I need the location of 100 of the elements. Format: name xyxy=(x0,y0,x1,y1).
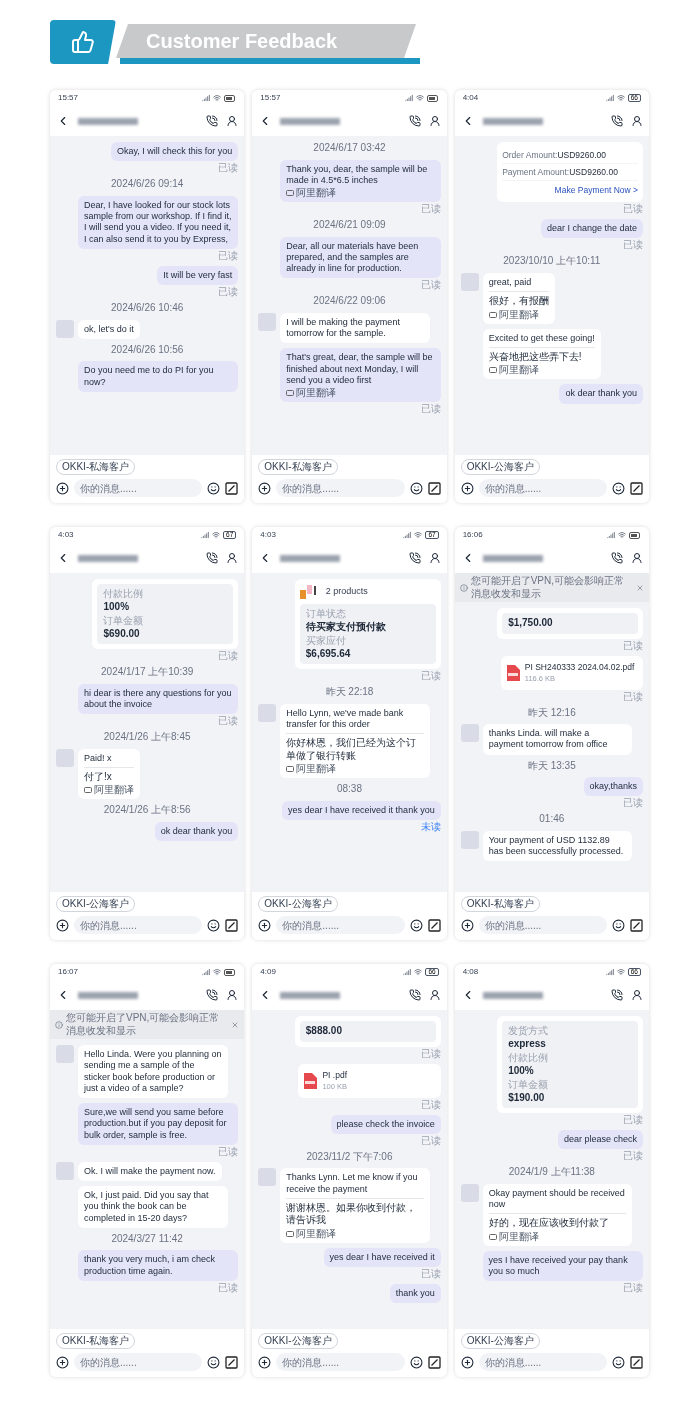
emoji-icon[interactable] xyxy=(409,481,423,495)
read-receipt: 已读 xyxy=(420,1135,441,1146)
field-value: 100% xyxy=(508,1064,535,1077)
contact-icon[interactable] xyxy=(428,115,441,127)
add-icon[interactable] xyxy=(56,481,69,495)
translated-text: 谢谢林恩。如果你收到付款，请告诉我 xyxy=(286,1201,418,1227)
call-icon[interactable] xyxy=(206,552,219,564)
contact-icon[interactable] xyxy=(428,989,441,1001)
read-receipt: 已读 xyxy=(218,163,239,174)
message-text: great, paid xyxy=(488,276,533,289)
status-time: 4:03 xyxy=(260,529,276,541)
translate-icon xyxy=(286,189,295,197)
message-input[interactable]: 你的消息...... xyxy=(74,1353,203,1371)
status-time: 15:57 xyxy=(260,92,281,104)
contact-icon[interactable] xyxy=(631,552,643,564)
redacted-name xyxy=(280,117,341,125)
translated-text: 兴奋地把这些弄下去! xyxy=(488,350,583,364)
message-input[interactable]: 你的消息...... xyxy=(276,479,405,497)
timestamp: 2023/10/10 上午10:11 xyxy=(503,255,601,268)
message-input[interactable]: 你的消息...... xyxy=(276,916,405,934)
read-receipt: 已读 xyxy=(218,716,239,726)
image-icon[interactable] xyxy=(225,481,239,495)
timestamp: 2024/1/26 上午8:45 xyxy=(103,731,191,744)
add-icon[interactable] xyxy=(258,918,272,932)
product-count: 2 products xyxy=(325,585,368,599)
emoji-icon[interactable] xyxy=(207,481,221,495)
image-icon[interactable] xyxy=(427,918,441,932)
signal-icon xyxy=(403,531,412,539)
contact-icon[interactable] xyxy=(631,989,643,1001)
add-icon[interactable] xyxy=(460,918,474,932)
image-icon[interactable] xyxy=(225,918,239,932)
read-receipt: 已读 xyxy=(420,204,441,214)
translator-label: 阿里翻译 xyxy=(296,1228,337,1239)
image-icon[interactable] xyxy=(427,1355,441,1369)
image-icon[interactable] xyxy=(427,481,441,495)
read-receipt: 已读 xyxy=(420,1048,441,1059)
emoji-icon[interactable] xyxy=(207,918,221,932)
call-icon[interactable] xyxy=(611,552,623,564)
emoji-icon[interactable] xyxy=(207,1355,221,1369)
call-icon[interactable] xyxy=(408,552,421,564)
message-input[interactable]: 你的消息...... xyxy=(74,916,203,934)
status-time: 15:57 xyxy=(58,92,79,104)
field-label: 订单金额 xyxy=(103,615,145,628)
image-icon[interactable] xyxy=(630,481,643,495)
field-value: $888.00 xyxy=(305,1025,343,1038)
order-field: Order Amount:USD9260.00 xyxy=(502,147,638,165)
add-icon[interactable] xyxy=(258,481,272,495)
message-input[interactable]: 你的消息...... xyxy=(74,479,203,497)
message-text: thank you xyxy=(395,1288,435,1300)
payment-link[interactable]: Make Payment Now > xyxy=(554,184,638,198)
image-icon[interactable] xyxy=(630,918,643,932)
call-icon[interactable] xyxy=(611,115,623,127)
timestamp: 昨天 22:18 xyxy=(325,686,374,699)
timestamp: 2024/1/26 上午8:56 xyxy=(103,804,191,817)
wifi-icon xyxy=(414,968,423,976)
call-icon[interactable] xyxy=(206,115,219,127)
message-text: dear I change the date xyxy=(546,223,637,235)
translated-text: 很好，有报酬 xyxy=(488,295,549,308)
translate-icon xyxy=(84,786,92,795)
image-icon[interactable] xyxy=(225,1355,239,1369)
message-input[interactable]: 你的消息...... xyxy=(478,479,607,497)
translate-icon xyxy=(488,1232,497,1241)
read-receipt: 已读 xyxy=(623,1283,643,1294)
message-input[interactable]: 你的消息...... xyxy=(478,916,607,934)
message-input[interactable]: 你的消息...... xyxy=(478,1353,607,1371)
emoji-icon[interactable] xyxy=(612,918,625,932)
call-icon[interactable] xyxy=(408,115,421,127)
signal-icon xyxy=(605,968,614,976)
translate-icon xyxy=(286,389,295,397)
emoji-icon[interactable] xyxy=(409,918,423,932)
add-icon[interactable] xyxy=(460,1355,474,1369)
emoji-icon[interactable] xyxy=(612,1355,625,1369)
pdf-icon xyxy=(505,664,520,681)
read-receipt: 已读 xyxy=(623,204,643,215)
emoji-icon[interactable] xyxy=(612,481,625,495)
message-text: Sure,we will send you same before production.but if you pay deposit for bulk order, sample is free. xyxy=(83,1107,228,1141)
message-text: That's great, dear, the sample will be finished about next Monday, I will send you a video first xyxy=(286,352,434,386)
emoji-icon[interactable] xyxy=(409,1355,423,1369)
image-icon[interactable] xyxy=(630,1355,643,1369)
add-icon[interactable] xyxy=(460,481,474,495)
contact-icon[interactable] xyxy=(631,115,643,127)
message-text: Excited to get these going! xyxy=(488,332,595,344)
field-label: 付款比例 xyxy=(508,1052,550,1065)
message-text: thanks Linda. will make a payment tomorrow from office xyxy=(488,728,609,751)
message-text: Your payment of USD 1132.89 has been successfully processed. xyxy=(488,834,625,858)
message-input[interactable]: 你的消息...... xyxy=(276,1353,405,1371)
call-icon[interactable] xyxy=(206,989,219,1001)
add-icon[interactable] xyxy=(56,918,69,932)
translate-icon xyxy=(488,366,497,375)
add-icon[interactable] xyxy=(258,1355,272,1369)
info-icon xyxy=(55,1020,63,1029)
contact-icon[interactable] xyxy=(226,989,239,1001)
call-icon[interactable] xyxy=(408,989,421,1001)
contact-icon[interactable] xyxy=(226,552,239,564)
add-icon[interactable] xyxy=(56,1355,69,1369)
timestamp: 01:46 xyxy=(539,813,565,826)
redacted-name xyxy=(78,991,138,999)
call-icon[interactable] xyxy=(611,989,623,1001)
contact-icon[interactable] xyxy=(428,552,441,564)
contact-icon[interactable] xyxy=(226,115,239,127)
